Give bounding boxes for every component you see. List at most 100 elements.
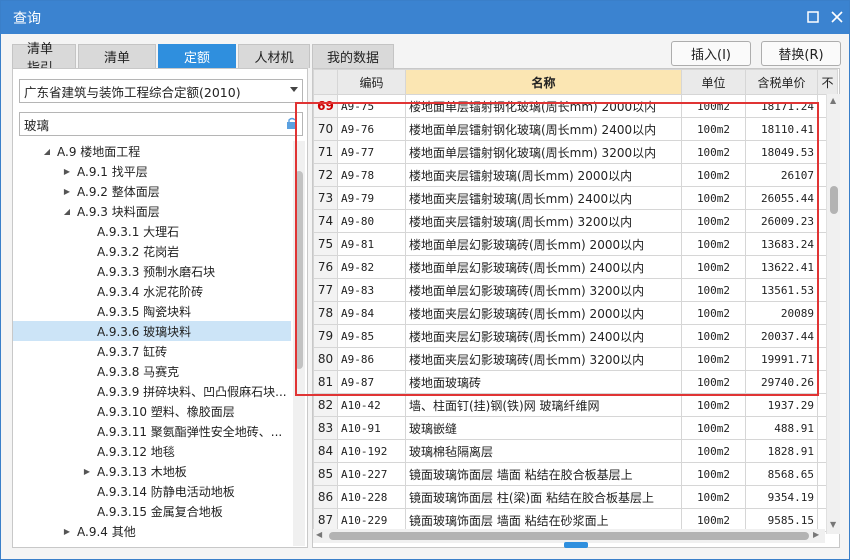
quota-library-select[interactable]: 广东省建筑与装饰工程综合定额(2010) xyxy=(19,79,303,103)
row-number: 81 xyxy=(313,370,338,394)
tree-scrollbar[interactable] xyxy=(293,141,305,546)
table-row[interactable]: 69 A9-75 楼地面单层镭射钢化玻璃(周长mm) 2000以内 100m2 1817… xyxy=(313,94,838,118)
tree-item[interactable]: ◢ A.9 楼地面工程 xyxy=(13,141,291,161)
table-row[interactable]: 81 A9-87 楼地面玻璃砖 100m2 29740.26 xyxy=(313,370,838,394)
tree-item-label: A.9.3.12 地毯 xyxy=(97,444,175,459)
row-name: 墙、柱面钉(挂)钢(铁)网 玻璃纤维网 xyxy=(405,393,682,417)
tree-item[interactable]: A.9.3.10 塑料、橡胶面层 xyxy=(13,401,291,421)
grid-horizontal-thumb[interactable] xyxy=(329,532,809,540)
tree-item[interactable]: A.9.3.8 马赛克 xyxy=(13,361,291,381)
table-row[interactable]: 71 A9-77 楼地面单层镭射钢化玻璃(周长mm) 3200以内 100m2 1804… xyxy=(313,140,838,164)
title-bar: 查询 xyxy=(1,1,849,34)
row-price: 8568.65 xyxy=(745,462,818,486)
tab-labor-material[interactable]: 人材机 xyxy=(238,44,310,68)
tree-item[interactable]: A.9.3.5 陶瓷块料 xyxy=(13,301,291,321)
replace-button[interactable]: 替换(R) xyxy=(761,41,841,66)
splitter-handle[interactable] xyxy=(564,542,588,548)
clear-search-icon[interactable] xyxy=(285,117,299,131)
table-row[interactable]: 86 A10-228 镜面玻璃饰面层 柱(梁)面 粘结在胶合板基层上 100m2 935… xyxy=(313,485,838,509)
table-row[interactable]: 80 A9-86 楼地面夹层幻影玻璃砖(周长mm) 3200以内 100m2 19991… xyxy=(313,347,838,371)
row-code: A10-42 xyxy=(337,393,406,417)
tree-item[interactable]: A.9.3.4 水泥花阶砖 xyxy=(13,281,291,301)
tree-item[interactable]: A.9.3.9 拼碎块料、凹凸假麻石块... xyxy=(13,381,291,401)
left-panel: 广东省建筑与装饰工程综合定额(2010) 玻璃 ◢ A.9 楼地面工程 ▶ A.9.1… xyxy=(12,68,308,548)
grid-vertical-scrollbar[interactable]: ▲ ▼ xyxy=(826,94,840,534)
expanded-arrow-icon[interactable]: ◢ xyxy=(61,207,73,216)
row-code: A9-82 xyxy=(337,255,406,279)
tree-item[interactable]: A.9.3.2 花岗岩 xyxy=(13,241,291,261)
maximize-icon[interactable] xyxy=(803,7,823,27)
search-input[interactable]: 玻璃 xyxy=(19,112,303,136)
tree-item[interactable]: ▶ A.9.1 找平层 xyxy=(13,161,291,181)
row-price: 26009.23 xyxy=(745,209,818,233)
row-name: 楼地面单层幻影玻璃砖(周长mm) 2000以内 xyxy=(405,232,682,256)
table-row[interactable]: 84 A10-192 玻璃棉毡隔离层 100m2 1828.91 xyxy=(313,439,838,463)
row-price: 29740.26 xyxy=(745,370,818,394)
table-row[interactable]: 73 A9-79 楼地面夹层镭射玻璃(周长mm) 2400以内 100m2 26055.… xyxy=(313,186,838,210)
row-code: A9-78 xyxy=(337,163,406,187)
tree-item[interactable]: ▶ A.9.2 整体面层 xyxy=(13,181,291,201)
table-row[interactable]: 78 A9-84 楼地面夹层幻影玻璃砖(周长mm) 2000以内 100m2 20089 xyxy=(313,301,838,325)
tree-item[interactable]: A.9.3.15 金属复合地板 xyxy=(13,501,291,521)
tree-item[interactable]: A.9.3.3 预制水磨石块 xyxy=(13,261,291,281)
tree-item[interactable]: ▶ A.9.4 其他 xyxy=(13,521,291,541)
tree-item[interactable]: A.9.3.11 聚氨酯弹性安全地砖、... xyxy=(13,421,291,441)
row-name: 楼地面夹层镭射玻璃(周长mm) 2400以内 xyxy=(405,186,682,210)
grid-horizontal-scrollbar[interactable]: ◀ ▶ xyxy=(313,529,825,543)
collapsed-arrow-icon[interactable]: ▶ xyxy=(81,467,93,476)
table-row[interactable]: 83 A10-91 玻璃嵌缝 100m2 488.91 xyxy=(313,416,838,440)
row-number: 86 xyxy=(313,485,338,509)
quota-grid: 编码 名称 单位 含税单价 不 69 A9-75 楼地面单层镭射钢化玻璃(周长mm)… xyxy=(312,68,840,548)
row-unit: 100m2 xyxy=(681,94,746,118)
row-unit: 100m2 xyxy=(681,278,746,302)
row-name: 镜面玻璃饰面层 柱(梁)面 粘结在胶合板基层上 xyxy=(405,485,682,509)
grid-vertical-thumb[interactable] xyxy=(830,186,838,214)
tree-item[interactable]: A.9.3.7 缸砖 xyxy=(13,341,291,361)
collapsed-arrow-icon[interactable]: ▶ xyxy=(61,527,73,536)
tab-my-data[interactable]: 我的数据 xyxy=(312,44,394,68)
tree-scrollbar-thumb[interactable] xyxy=(295,171,303,369)
header-name[interactable]: 名称 xyxy=(405,69,682,95)
tree-item[interactable]: A.9.3.6 玻璃块料 xyxy=(13,321,291,341)
tree-item[interactable]: ▶ A.9.3.13 木地板 xyxy=(13,461,291,481)
table-row[interactable]: 72 A9-78 楼地面夹层镭射玻璃(周长mm) 2000以内 100m2 26107 xyxy=(313,163,838,187)
table-row[interactable]: 70 A9-76 楼地面单层镭射钢化玻璃(周长mm) 2400以内 100m2 1811… xyxy=(313,117,838,141)
table-row[interactable]: 85 A10-227 镜面玻璃饰面层 墙面 粘结在胶合板基层上 100m2 8568.6… xyxy=(313,462,838,486)
collapsed-arrow-icon[interactable]: ▶ xyxy=(61,187,73,196)
row-price: 19991.71 xyxy=(745,347,818,371)
tab-list[interactable]: 清单 xyxy=(78,44,156,68)
chevron-down-icon[interactable] xyxy=(290,87,298,92)
row-price: 18110.41 xyxy=(745,117,818,141)
tree-item[interactable]: ◢ A.9.3 块料面层 xyxy=(13,201,291,221)
scroll-up-icon[interactable]: ▲ xyxy=(830,96,836,105)
scroll-left-icon[interactable]: ◀ xyxy=(316,530,322,539)
scroll-right-icon[interactable]: ▶ xyxy=(813,530,819,539)
header-code[interactable]: 编码 xyxy=(337,69,406,95)
tree-item[interactable]: A.9.3.1 大理石 xyxy=(13,221,291,241)
table-row[interactable]: 82 A10-42 墙、柱面钉(挂)钢(铁)网 玻璃纤维网 100m2 1937.29 xyxy=(313,393,838,417)
table-row[interactable]: 75 A9-81 楼地面单层幻影玻璃砖(周长mm) 2000以内 100m2 13683… xyxy=(313,232,838,256)
insert-button[interactable]: 插入(I) xyxy=(671,41,751,66)
tab-list-guide[interactable]: 清单指引 xyxy=(12,42,76,76)
table-row[interactable]: 74 A9-80 楼地面夹层镭射玻璃(周长mm) 3200以内 100m2 26009.… xyxy=(313,209,838,233)
category-tree: ◢ A.9 楼地面工程 ▶ A.9.1 找平层 ▶ A.9.2 整体面层 ◢ A.9.3 块料… xyxy=(13,141,291,541)
tab-quota[interactable]: 定额 xyxy=(158,44,236,68)
table-row[interactable]: 79 A9-85 楼地面夹层幻影玻璃砖(周长mm) 2400以内 100m2 20037… xyxy=(313,324,838,348)
header-extra[interactable]: 不 xyxy=(817,69,838,95)
expanded-arrow-icon[interactable]: ◢ xyxy=(41,147,53,156)
row-number: 83 xyxy=(313,416,338,440)
header-price[interactable]: 含税单价 xyxy=(745,69,818,95)
tree-item[interactable]: A.9.3.14 防静电活动地板 xyxy=(13,481,291,501)
row-name: 楼地面玻璃砖 xyxy=(405,370,682,394)
row-name: 楼地面夹层镭射玻璃(周长mm) 2000以内 xyxy=(405,163,682,187)
tree-item[interactable]: A.9.3.12 地毯 xyxy=(13,441,291,461)
row-unit: 100m2 xyxy=(681,416,746,440)
scroll-down-icon[interactable]: ▼ xyxy=(830,520,836,529)
table-row[interactable]: 76 A9-82 楼地面单层幻影玻璃砖(周长mm) 2400以内 100m2 13622… xyxy=(313,255,838,279)
header-unit[interactable]: 单位 xyxy=(681,69,746,95)
table-row[interactable]: 77 A9-83 楼地面单层幻影玻璃砖(周长mm) 3200以内 100m2 13561… xyxy=(313,278,838,302)
row-unit: 100m2 xyxy=(681,117,746,141)
row-number: 75 xyxy=(313,232,338,256)
close-icon[interactable] xyxy=(827,7,847,27)
collapsed-arrow-icon[interactable]: ▶ xyxy=(61,167,73,176)
